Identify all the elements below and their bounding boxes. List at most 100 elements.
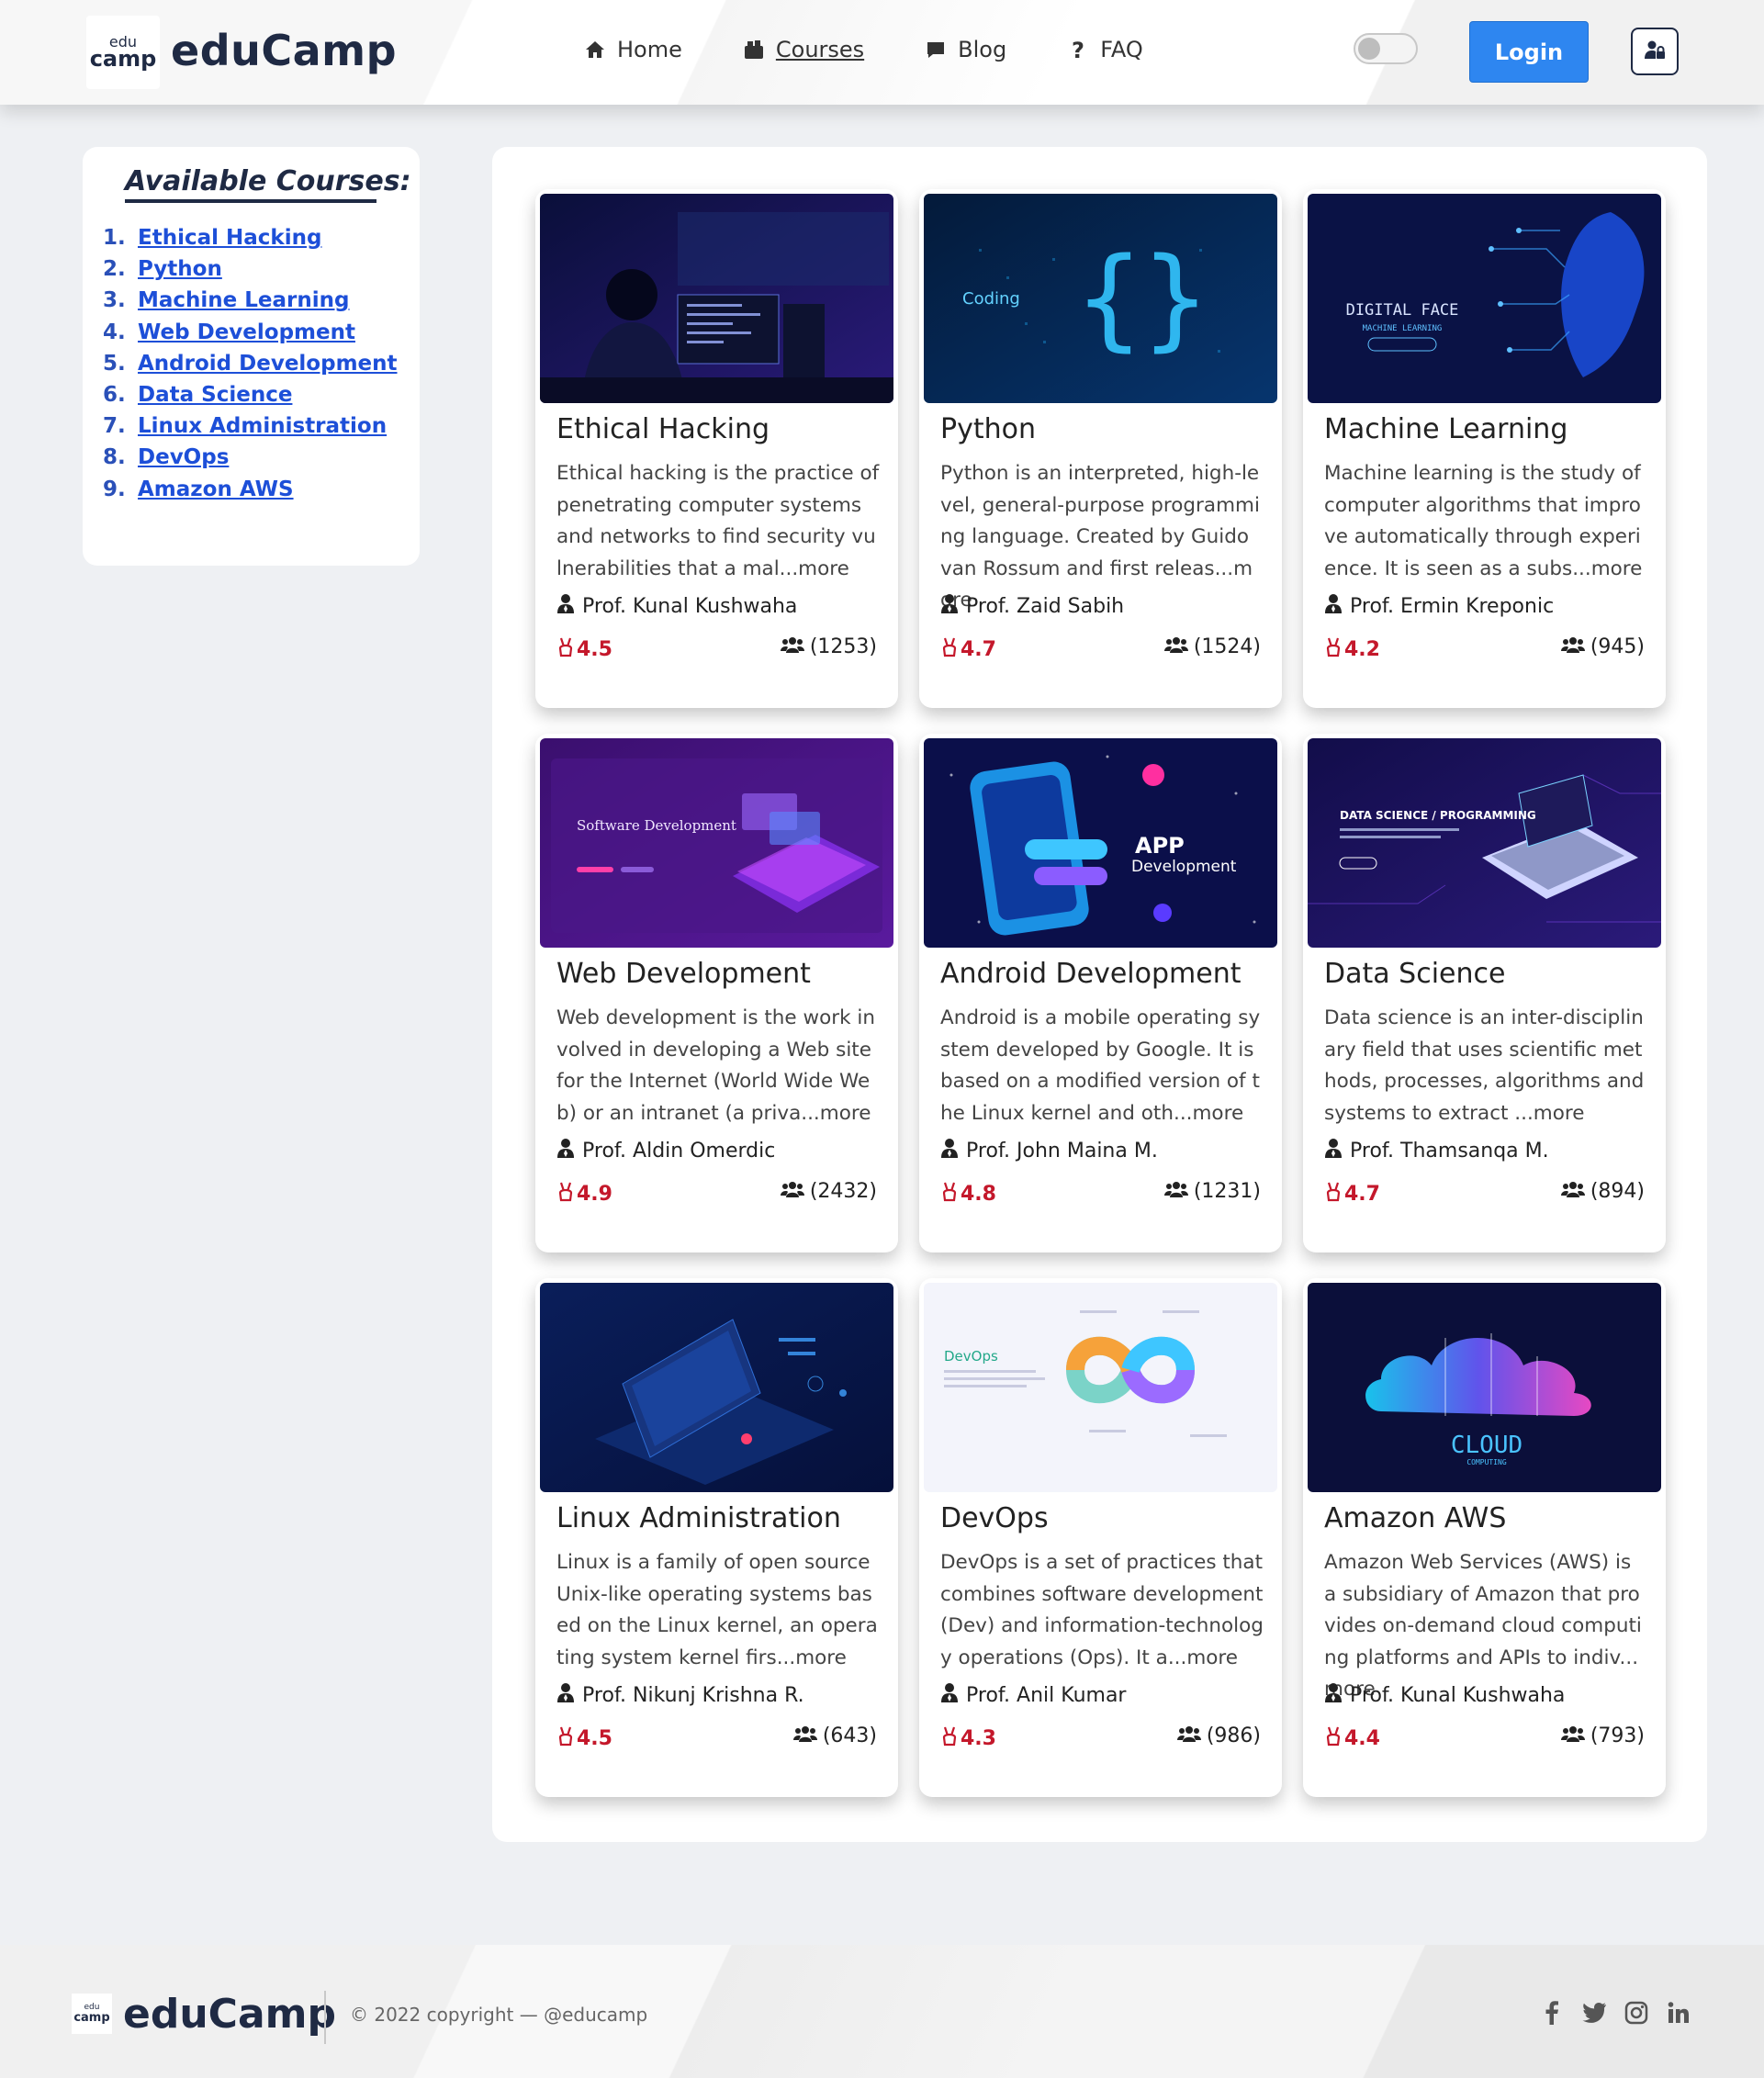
users-icon <box>1176 1724 1201 1747</box>
course-rating: 4.2 <box>1324 635 1380 663</box>
professor-icon <box>556 593 575 619</box>
sidebar-item: 4. Web Development <box>103 317 398 348</box>
enrolled-count: (986) <box>1206 1724 1261 1747</box>
rating-value: 4.5 <box>577 1726 612 1750</box>
course-rating: 4.9 <box>556 1180 612 1207</box>
course-image[interactable]: DevOps <box>924 1283 1277 1492</box>
course-image[interactable]: CLOUD COMPUTING <box>1308 1283 1661 1492</box>
facebook-icon[interactable] <box>1539 2000 1565 2026</box>
nav-blog[interactable]: Blog <box>925 37 1006 62</box>
course-image[interactable]: DIGITAL FACE MACHINE LEARNING <box>1308 194 1661 403</box>
course-card[interactable]: {} Coding Python Python is an interprete… <box>919 189 1282 708</box>
footer: edu camp eduCamp © 2022 copyright — @edu… <box>0 1945 1764 2078</box>
course-image[interactable] <box>540 1283 893 1492</box>
sidebar-link-machine-learning[interactable]: Machine Learning <box>138 285 350 316</box>
instagram-icon[interactable] <box>1624 2000 1649 2026</box>
brand-name[interactable]: eduCamp <box>171 26 397 75</box>
social-links <box>1539 2000 1691 2026</box>
course-title[interactable]: Linux Administration <box>556 1502 841 1534</box>
course-card[interactable]: DATA SCIENCE / PROGRAMMING Data Science … <box>1303 734 1666 1252</box>
course-enrolled: (2432) <box>780 1180 877 1203</box>
nav-home[interactable]: Home <box>584 37 682 62</box>
footer-logo-line2: camp <box>73 2011 110 2025</box>
professor-name: Prof. Thamsanqa M. <box>1350 1139 1549 1163</box>
twitter-icon[interactable] <box>1581 2000 1607 2026</box>
linkedin-icon[interactable] <box>1666 2000 1691 2026</box>
course-title[interactable]: Machine Learning <box>1324 413 1567 445</box>
rating-icon <box>940 1180 959 1207</box>
course-title[interactable]: Python <box>940 413 1036 445</box>
course-professor: Prof. Kunal Kushwaha <box>556 593 797 619</box>
login-button[interactable]: Login <box>1469 21 1589 83</box>
course-title[interactable]: Ethical Hacking <box>556 413 770 445</box>
item-number: 9. <box>103 477 126 501</box>
nav-faq[interactable]: ? FAQ <box>1067 37 1143 62</box>
course-card[interactable]: CLOUD COMPUTING Amazon AWS Amazon Web Se… <box>1303 1278 1666 1797</box>
course-card[interactable]: Software Development Web Development Web… <box>535 734 898 1252</box>
toggle-knob <box>1358 38 1380 60</box>
professor-name: Prof. Kunal Kushwaha <box>582 594 798 618</box>
course-title[interactable]: Android Development <box>940 958 1241 990</box>
image-caption: CLOUD <box>1451 1432 1522 1459</box>
course-image[interactable]: APP Development <box>924 738 1277 948</box>
sidebar-item: 6. Data Science <box>103 379 398 410</box>
course-title[interactable]: Data Science <box>1324 958 1505 990</box>
course-description: Machine learning is the study of compute… <box>1324 462 1643 580</box>
logo[interactable]: edu camp <box>86 16 160 89</box>
course-card[interactable]: DevOps DevOps DevOps is a set of practic… <box>919 1278 1282 1797</box>
logo-line2: camp <box>89 46 157 72</box>
rating-value: 4.7 <box>961 637 996 661</box>
course-image[interactable]: Software Development <box>540 738 893 948</box>
course-rating: 4.7 <box>1324 1180 1380 1207</box>
enrolled-count: (2432) <box>809 1180 877 1203</box>
course-professor: Prof. Ermin Kreponic <box>1324 593 1554 619</box>
sidebar-course-list: 1. Ethical Hacking 2. Python 3. Machine Lea… <box>103 222 398 505</box>
image-caption: DIGITAL FACE <box>1346 301 1459 320</box>
image-subcaption: MACHINE LEARNING <box>1363 324 1443 333</box>
course-description: Web development is the work involved in … <box>556 1006 875 1125</box>
nav-blog-label: Blog <box>958 37 1007 62</box>
sidebar-link-ethical-hacking[interactable]: Ethical Hacking <box>138 222 321 253</box>
professor-icon <box>940 1138 959 1163</box>
image-caption: DevOps <box>944 1348 998 1365</box>
course-title[interactable]: Amazon AWS <box>1324 1502 1506 1534</box>
course-enrolled: (643) <box>792 1724 877 1747</box>
course-image[interactable] <box>540 194 893 403</box>
course-image[interactable]: DATA SCIENCE / PROGRAMMING <box>1308 738 1661 948</box>
sidebar-link-devops[interactable]: DevOps <box>138 442 229 473</box>
rating-value: 4.5 <box>577 637 612 661</box>
rating-icon <box>940 1724 959 1752</box>
rating-icon <box>556 635 575 663</box>
course-card[interactable]: APP Development Android Development Andr… <box>919 734 1282 1252</box>
course-title[interactable]: DevOps <box>940 1502 1049 1534</box>
sidebar-link-web-development[interactable]: Web Development <box>138 317 355 348</box>
question-icon: ? <box>1067 39 1089 61</box>
sidebar-link-data-science[interactable]: Data Science <box>138 379 292 410</box>
course-title[interactable]: Web Development <box>556 958 811 990</box>
sidebar-link-android-development[interactable]: Android Development <box>138 348 398 379</box>
course-card[interactable]: Ethical Hacking Ethical hacking is the p… <box>535 189 898 708</box>
footer-logo[interactable]: edu camp <box>72 1994 112 2034</box>
user-lock-button[interactable] <box>1631 28 1679 75</box>
course-card[interactable]: DIGITAL FACE MACHINE LEARNING Machine Le… <box>1303 189 1666 708</box>
enrolled-count: (894) <box>1590 1180 1645 1203</box>
footer-brand[interactable]: eduCamp <box>123 1991 336 2038</box>
course-image[interactable]: {} Coding <box>924 194 1277 403</box>
sidebar-item: 1. Ethical Hacking <box>103 222 398 253</box>
course-enrolled: (945) <box>1560 635 1645 658</box>
sidebar-link-python[interactable]: Python <box>138 253 222 285</box>
rating-icon <box>1324 1724 1343 1752</box>
users-icon <box>780 635 804 658</box>
course-professor: Prof. Anil Kumar <box>940 1682 1126 1708</box>
professor-icon <box>556 1682 575 1708</box>
sidebar-link-amazon-aws[interactable]: Amazon AWS <box>138 474 294 505</box>
theme-toggle[interactable] <box>1354 33 1418 64</box>
course-enrolled: (1524) <box>1163 635 1261 658</box>
professor-icon <box>1324 593 1343 619</box>
course-card[interactable]: Linux Administration Linux is a family o… <box>535 1278 898 1797</box>
sidebar-item: 2. Python <box>103 253 398 285</box>
enrolled-count: (945) <box>1590 635 1645 658</box>
nav-courses[interactable]: Courses <box>743 37 864 62</box>
nav-home-label: Home <box>617 37 682 62</box>
sidebar-link-linux-administration[interactable]: Linux Administration <box>138 410 387 442</box>
